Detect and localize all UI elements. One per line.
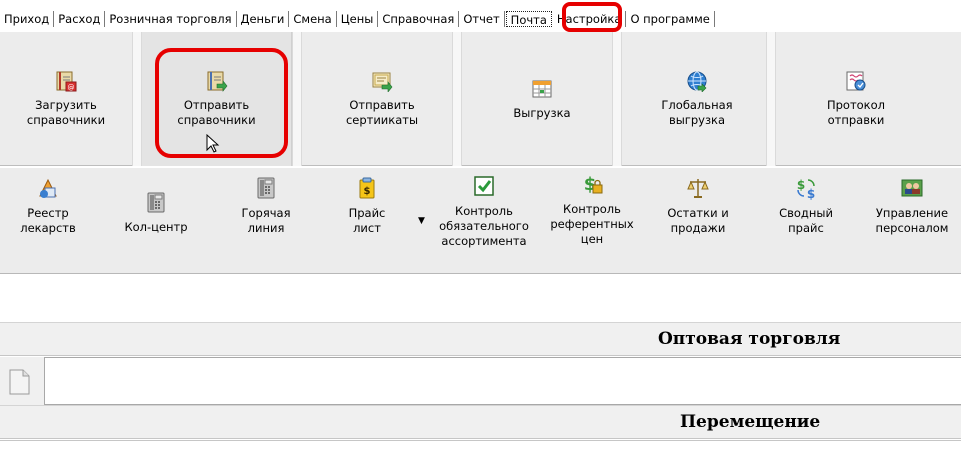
price-list-button[interactable]: $ Прайс лист [327, 176, 407, 272]
price-list-label-1: Прайс [348, 206, 386, 220]
send-references-label-1: Отправить [183, 98, 250, 112]
stock-and-sales-label-2: продажи [670, 221, 726, 235]
send-protocol-button[interactable]: Протокол отправки [776, 32, 936, 166]
ribbon-separator [766, 32, 776, 166]
price-list-icon: $ [359, 177, 375, 199]
send-references-label-2: справочники [177, 113, 256, 127]
send-protocol-label-2: отправки [827, 113, 885, 127]
staff-icon [901, 179, 923, 197]
summary-price-label-2: прайс [788, 221, 824, 235]
menu-item-reference[interactable]: Справочная [378, 11, 460, 27]
call-center-phone-icon [147, 192, 165, 213]
menu-item-mail[interactable]: Почта [505, 11, 552, 27]
menu-item-about[interactable]: О программе [626, 11, 715, 27]
transfer-section-title: Перемещение [680, 412, 821, 432]
currency-exchange-icon: $ $ [797, 178, 815, 200]
ribbon-separator [292, 32, 302, 166]
staff-management-label-2: персоналом [875, 221, 949, 235]
transfer-section-header: Перемещение [0, 405, 961, 439]
send-certificates-label-1: Отправить [349, 98, 415, 112]
menu-item-report[interactable]: Отчет [459, 11, 505, 27]
mandatory-assortment-button[interactable]: Контроль обязательного ассортимента [432, 174, 536, 270]
wholesale-row-field[interactable] [44, 357, 961, 405]
medicine-registry-button[interactable]: Реестр лекарств [8, 176, 88, 272]
mouse-cursor-icon [206, 134, 220, 153]
menu-item-settings[interactable]: Настройка [553, 11, 627, 27]
ribbon-separator [452, 32, 462, 166]
mandatory-assortment-label-3: ассортимента [441, 234, 527, 248]
book-envelope-icon: @ [56, 71, 77, 92]
global-export-button[interactable]: Глобальная выгрузка [622, 32, 772, 166]
reference-prices-label-1: Контроль [563, 202, 621, 216]
menu-item-shift[interactable]: Смена [289, 11, 337, 27]
send-certificates-label-2: сертиикаты [345, 113, 419, 127]
staff-management-label-1: Управление [875, 206, 949, 220]
export-button[interactable]: Выгрузка [462, 32, 622, 166]
quick-actions-ribbon: Реестр лекарств Кол-центр Горячая линия … [0, 168, 961, 274]
wholesale-section-header: Оптовая торговля [0, 322, 961, 356]
summary-price-button[interactable]: $ $ Сводный прайс [766, 176, 846, 272]
load-references-label-2: справочники [26, 113, 106, 127]
hotline-button[interactable]: Горячая линия [226, 176, 306, 272]
medicine-registry-label-1: Реестр [27, 206, 69, 220]
mandatory-assortment-label-1: Контроль [455, 204, 513, 218]
document-icon[interactable] [4, 367, 34, 397]
global-export-label-2: выгрузка [668, 113, 726, 127]
ribbon-separator [612, 32, 622, 166]
svg-text:@: @ [68, 84, 75, 92]
scales-icon [687, 179, 709, 198]
stock-and-sales-label-1: Остатки и [667, 206, 729, 220]
call-center-button[interactable]: Кол-центр [116, 190, 196, 286]
reference-prices-button[interactable]: $ Контроль референтных цен [542, 172, 642, 268]
summary-price-label-1: Сводный [779, 206, 833, 220]
load-references-label-1: Загрузить [35, 98, 97, 112]
load-references-button[interactable]: @ Загрузить справочники [0, 32, 132, 166]
svg-text:$: $ [807, 187, 815, 200]
price-list-label-2: лист [353, 221, 381, 235]
certificate-icon [372, 72, 393, 92]
reference-prices-label-2: референтных [550, 217, 634, 231]
call-center-label: Кол-центр [124, 220, 188, 234]
global-export-label-1: Глобальная [661, 98, 733, 112]
hotline-phone-icon [257, 177, 275, 199]
svg-text:$: $ [364, 186, 371, 197]
reference-prices-label-3: цен [580, 232, 604, 246]
globe-icon [687, 71, 707, 92]
send-certificates-button[interactable]: Отправить сертиикаты [302, 32, 462, 166]
send-protocol-label-1: Протокол [826, 98, 886, 112]
table-export-icon [532, 80, 552, 97]
hotline-label-1: Горячая [241, 206, 291, 220]
hotline-label-2: линия [247, 221, 285, 235]
wholesale-row [0, 357, 961, 405]
dollar-lock-icon: $ [584, 174, 603, 195]
menu-item-prices[interactable]: Цены [337, 11, 379, 27]
main-menu-bar: Приход Расход Розничная торговля Деньги … [0, 8, 961, 30]
menu-item-prihod[interactable]: Приход [0, 11, 55, 27]
staff-management-button[interactable]: Управление персоналом [864, 176, 960, 272]
book-arrow-icon [207, 71, 227, 92]
wholesale-section-title: Оптовая торговля [658, 329, 841, 349]
medicine-registry-icon [39, 178, 57, 198]
checkbox-icon [474, 176, 494, 196]
stock-and-sales-button[interactable]: Остатки и продажи [652, 176, 744, 272]
mail-ribbon: @ Загрузить справочники Отправить справо… [0, 32, 961, 166]
price-list-dropdown-arrow[interactable]: ▼ [418, 216, 425, 226]
menu-item-money[interactable]: Деньги [237, 11, 290, 27]
menu-item-retail[interactable]: Розничная торговля [105, 11, 237, 27]
menu-item-rashod[interactable]: Расход [54, 11, 106, 27]
medicine-registry-label-2: лекарств [20, 221, 76, 235]
protocol-icon [846, 71, 866, 91]
export-label: Выгрузка [513, 105, 571, 120]
mandatory-assortment-label-2: обязательного [439, 219, 529, 233]
ribbon-separator [132, 32, 142, 166]
content-blank-area [0, 276, 961, 322]
content-bottom-area [0, 440, 961, 464]
svg-text:$: $ [797, 178, 805, 192]
